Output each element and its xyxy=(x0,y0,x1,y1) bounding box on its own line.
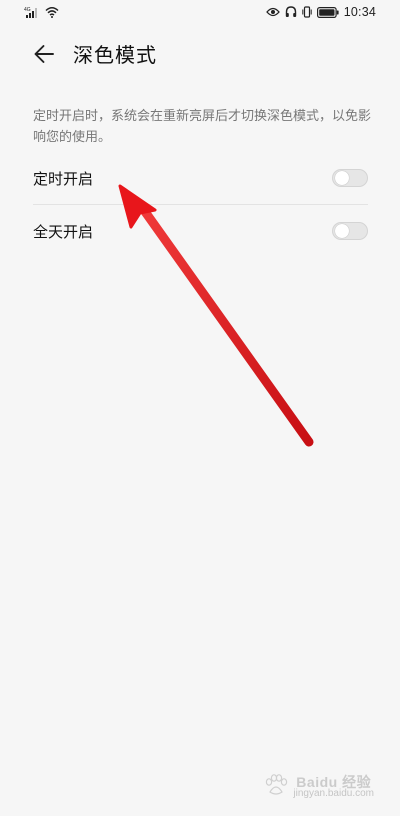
eye-comfort-icon xyxy=(265,7,280,17)
status-time: 10:34 xyxy=(343,5,376,19)
vibrate-icon xyxy=(302,6,312,18)
watermark-brand: Baidu 经验 xyxy=(296,774,372,790)
all-day-toggle-switch[interactable] xyxy=(332,222,368,240)
baidu-watermark: Baidu 经验 jingyan.baidu.com xyxy=(263,774,374,800)
setting-label-scheduled: 定时开启 xyxy=(33,169,94,188)
status-bar: 4G 10:34 xyxy=(0,0,400,26)
signal-icon: 4G xyxy=(24,7,37,18)
setting-label-all-day: 全天开启 xyxy=(33,222,94,241)
dark-mode-description: 定时开启时，系统会在重新亮屏后才切换深色模式，以免影响您的使用。 xyxy=(33,109,372,145)
arrow-left-icon xyxy=(34,45,54,63)
toggle-knob xyxy=(335,224,349,238)
watermark-text-block xyxy=(263,774,289,800)
watermark-text: Baidu 经验 jingyan.baidu.com xyxy=(293,774,374,800)
baidu-paw-icon xyxy=(266,774,288,795)
status-left: 4G xyxy=(24,6,59,18)
settings-list: 定时开启 全天开启 xyxy=(33,152,368,257)
scheduled-toggle-switch[interactable] xyxy=(332,169,368,187)
page-title: 深色模式 xyxy=(73,43,157,67)
setting-row-all-day[interactable]: 全天开启 xyxy=(33,204,368,257)
headphones-icon xyxy=(285,6,296,17)
wifi-icon xyxy=(45,7,59,18)
status-right: 10:34 xyxy=(265,5,376,19)
toggle-knob xyxy=(335,171,349,185)
setting-row-scheduled[interactable]: 定时开启 xyxy=(33,152,368,204)
watermark-url: jingyan.baidu.com xyxy=(293,788,374,799)
back-button[interactable] xyxy=(28,38,60,70)
page-header: 深色模式 xyxy=(0,26,400,84)
battery-icon xyxy=(316,6,339,18)
network-type-label: 4G xyxy=(24,7,31,13)
